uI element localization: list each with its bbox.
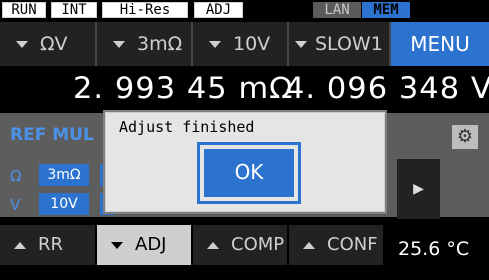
voltage-ref-value[interactable]: 10V xyxy=(39,193,89,215)
adjust-finished-dialog: Adjust finished OK xyxy=(103,110,387,214)
ok-button-focus-ring: OK xyxy=(197,142,301,204)
voltage-range-button[interactable]: 10V xyxy=(193,22,287,66)
gear-icon[interactable]: ⚙ xyxy=(452,125,478,149)
readings-display: 2. 993 45 mΩ 4. 096 348 V xyxy=(0,66,489,112)
bottom-bar: RR ADJ COMP CONF 25.6 °C xyxy=(0,225,489,280)
status-hires: Hi-Res xyxy=(102,2,188,18)
adj-label: ADJ xyxy=(135,234,167,255)
temperature-readout: 25.6 °C xyxy=(398,238,470,260)
status-lan: LAN xyxy=(313,2,361,18)
voltage-row-label: V xyxy=(10,196,21,214)
function-button[interactable]: ΩV xyxy=(0,22,95,66)
chevron-up-icon xyxy=(303,241,315,249)
status-run: RUN xyxy=(2,2,46,18)
conf-button[interactable]: CONF xyxy=(289,225,383,265)
rr-label: RR xyxy=(38,234,64,255)
chevron-down-icon xyxy=(16,41,28,48)
resistance-range-button[interactable]: 3mΩ xyxy=(97,22,191,66)
instrument-screen: RUN INT Hi-Res ADJ LAN MEM ΩV 3mΩ 10V SL… xyxy=(0,0,489,280)
function-label: ΩV xyxy=(40,33,68,55)
comp-label: COMP xyxy=(231,234,285,255)
next-button[interactable]: ▶ xyxy=(397,159,440,219)
resistance-reading: 2. 993 45 mΩ xyxy=(73,71,294,105)
voltage-range-label: 10V xyxy=(233,33,271,55)
speed-label: SLOW1 xyxy=(315,33,383,55)
resistance-range-label: 3mΩ xyxy=(137,33,183,55)
ok-button[interactable]: OK xyxy=(204,149,294,197)
resistance-row-label: Ω xyxy=(10,167,22,185)
chevron-down-icon xyxy=(295,41,307,48)
status-adj: ADJ xyxy=(194,2,243,18)
status-mem: MEM xyxy=(362,2,410,18)
range-bar: ΩV 3mΩ 10V SLOW1 MENU xyxy=(0,22,489,66)
chevron-up-icon xyxy=(207,241,219,249)
ref-label: REF MUL xyxy=(10,125,94,145)
chevron-down-icon xyxy=(111,241,123,249)
adj-button[interactable]: ADJ xyxy=(97,225,191,265)
conf-label: CONF xyxy=(327,234,378,255)
chevron-down-icon xyxy=(209,41,221,48)
comp-button[interactable]: COMP xyxy=(193,225,287,265)
chevron-right-icon: ▶ xyxy=(413,181,424,197)
status-int: INT xyxy=(51,2,97,18)
menu-button[interactable]: MENU xyxy=(391,22,489,66)
status-bar: RUN INT Hi-Res ADJ LAN MEM xyxy=(0,0,489,21)
chevron-down-icon xyxy=(113,41,125,48)
voltage-reading: 4. 096 348 V xyxy=(285,71,489,105)
rr-button[interactable]: RR xyxy=(0,225,95,265)
speed-button[interactable]: SLOW1 xyxy=(289,22,389,66)
dialog-message: Adjust finished xyxy=(119,118,255,136)
resistance-ref-value[interactable]: 3mΩ xyxy=(39,164,89,186)
chevron-up-icon xyxy=(14,241,26,249)
